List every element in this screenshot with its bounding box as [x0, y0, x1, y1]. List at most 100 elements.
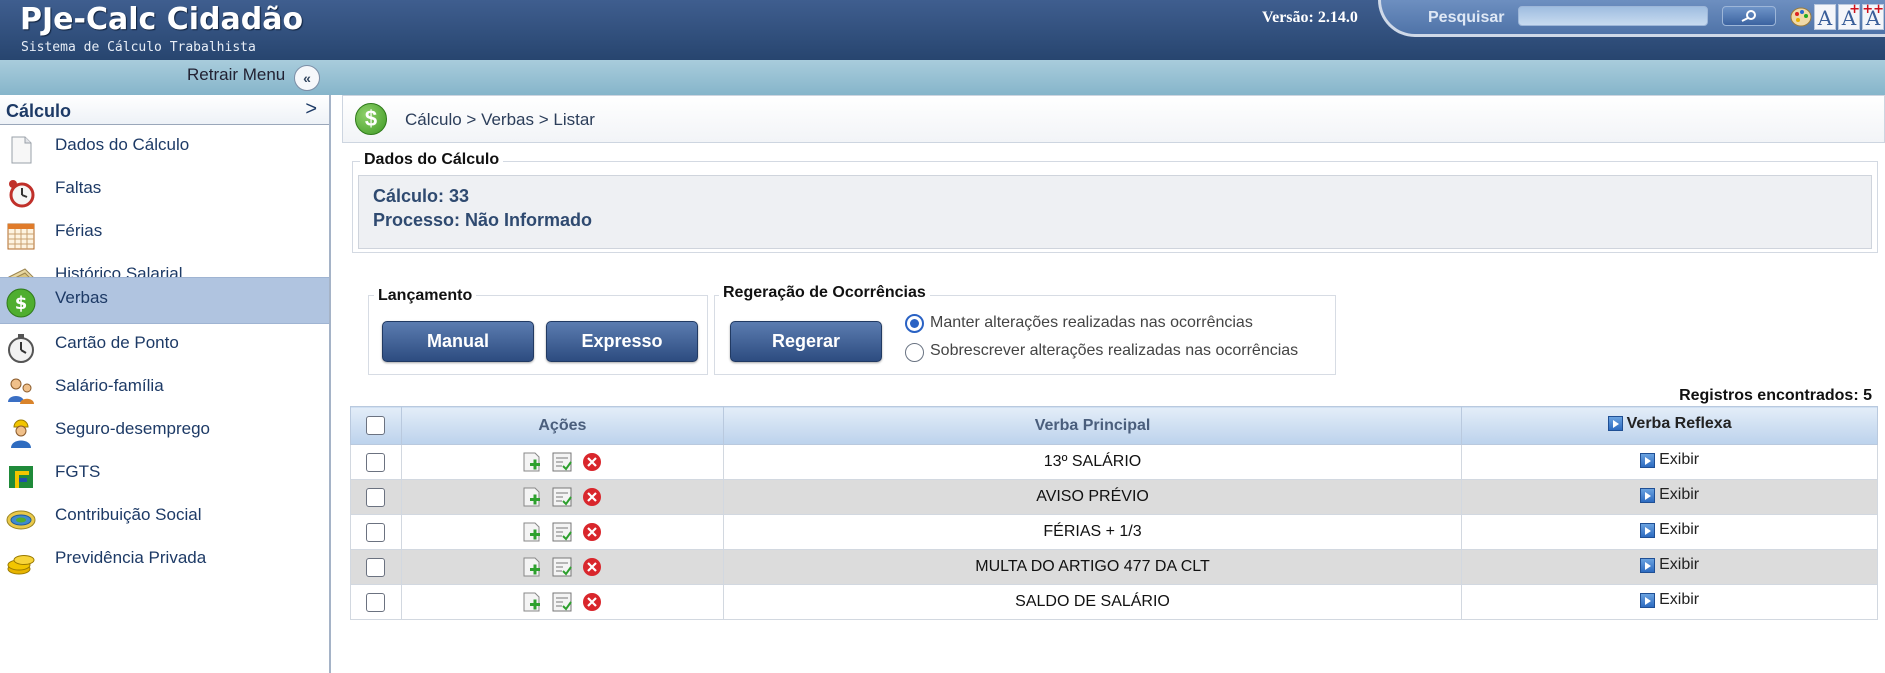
search-label: Pesquisar — [1428, 9, 1505, 26]
sidebar-item-label: Dados do Cálculo — [55, 135, 190, 154]
app-subtitle: Sistema de Cálculo Trabalhista — [21, 40, 256, 55]
sidebar-item-previdencia-privada[interactable]: Previdência Privada — [0, 538, 329, 585]
add-document-icon[interactable] — [521, 486, 543, 508]
alarm-clock-icon — [9, 180, 35, 208]
exibir-link[interactable]: Exibir — [1659, 486, 1699, 504]
select-all-header — [350, 406, 402, 445]
lancamento-legend: Lançamento — [374, 287, 477, 305]
fgts-flag-icon — [9, 466, 33, 488]
expand-icon — [1640, 452, 1656, 468]
stopwatch-icon — [8, 334, 34, 363]
sidebar-item-fgts[interactable]: FGTS — [0, 452, 329, 499]
row-checkbox[interactable] — [366, 522, 386, 542]
sobrescrever-alteracoes-radio[interactable] — [905, 343, 924, 362]
coins-icon — [7, 555, 35, 575]
row-select-cell — [350, 549, 402, 585]
registros-count: Registros encontrados: 5 — [1679, 387, 1872, 404]
manual-button[interactable]: Manual — [382, 321, 534, 362]
expand-icon — [1640, 522, 1656, 538]
font-normal-button[interactable]: A — [1814, 4, 1836, 30]
verba-reflexa-cell[interactable]: Exibir — [1461, 549, 1878, 585]
verba-principal-cell: 13º SALÁRIO — [722, 444, 1463, 480]
regerar-button[interactable]: Regerar — [730, 321, 882, 362]
table-row: 13º SALÁRIO Exibir — [350, 444, 1878, 480]
contribution-icon — [6, 510, 36, 530]
table-row: MULTA DO ARTIGO 477 DA CLT Exibir — [350, 549, 1878, 585]
sidebar-item-label: Cartão de Ponto — [55, 333, 179, 352]
chevron-right-icon: > — [305, 98, 317, 120]
exibir-link[interactable]: Exibir — [1659, 451, 1699, 469]
delete-icon[interactable] — [581, 486, 603, 508]
add-document-icon[interactable] — [521, 556, 543, 578]
exibir-link[interactable]: Exibir — [1659, 591, 1699, 609]
verba-reflexa-header[interactable]: Verba Reflexa — [1461, 406, 1878, 445]
font-normal-label: A — [1817, 6, 1833, 30]
expand-icon — [1640, 487, 1656, 503]
search-icon — [1741, 10, 1756, 22]
sobrescrever-alteracoes-label[interactable]: Sobrescrever alterações realizadas nas o… — [930, 342, 1298, 360]
font-increase-more-button[interactable]: A ++ — [1862, 2, 1884, 30]
exibir-link[interactable]: Exibir — [1659, 556, 1699, 574]
sidebar-item-dados-do-calculo[interactable]: Dados do Cálculo — [0, 125, 329, 172]
row-select-cell — [350, 444, 402, 480]
row-actions-cell — [400, 514, 724, 550]
search-button[interactable] — [1722, 6, 1776, 26]
calculo-number: Cálculo: 33 — [373, 186, 470, 206]
add-document-icon[interactable] — [521, 591, 543, 613]
edit-checklist-icon[interactable] — [551, 451, 573, 473]
dados-calculo-legend: Dados do Cálculo — [360, 151, 504, 169]
manter-alteracoes-radio[interactable] — [905, 314, 924, 333]
row-checkbox[interactable] — [366, 487, 386, 507]
expresso-button[interactable]: Expresso — [546, 321, 698, 362]
row-select-cell — [350, 479, 402, 515]
delete-icon[interactable] — [581, 451, 603, 473]
verba-reflexa-cell[interactable]: Exibir — [1461, 444, 1878, 480]
row-checkbox[interactable] — [366, 557, 386, 577]
regeracao-legend: Regeração de Ocorrências — [719, 284, 930, 302]
exibir-link[interactable]: Exibir — [1659, 521, 1699, 539]
row-select-cell — [350, 584, 402, 620]
verba-principal-cell: AVISO PRÉVIO — [722, 479, 1463, 515]
edit-checklist-icon[interactable] — [551, 486, 573, 508]
sidebar-item-seguro-desemprego[interactable]: Seguro-desemprego — [0, 409, 329, 456]
palette-icon[interactable] — [1790, 6, 1812, 28]
select-all-checkbox[interactable] — [366, 416, 386, 435]
add-document-icon[interactable] — [521, 521, 543, 543]
dados-calculo-box: Cálculo: 33 Processo: Não Informado — [358, 175, 1872, 249]
row-actions-cell — [400, 549, 724, 585]
manter-alteracoes-label[interactable]: Manter alterações realizadas nas ocorrên… — [930, 314, 1253, 332]
sidebar-item-label: Verbas — [55, 288, 108, 307]
font-increase-button[interactable]: A + — [1838, 2, 1860, 30]
edit-checklist-icon[interactable] — [551, 556, 573, 578]
plus-icon: + — [1849, 2, 1860, 17]
sidebar-header[interactable]: Cálculo > — [0, 95, 329, 125]
verba-reflexa-cell[interactable]: Exibir — [1461, 479, 1878, 515]
search-input[interactable] — [1518, 6, 1708, 26]
plus-plus-icon: ++ — [1862, 2, 1884, 17]
double-chevron-left-icon: « — [303, 70, 311, 86]
edit-checklist-icon[interactable] — [551, 591, 573, 613]
edit-checklist-icon[interactable] — [551, 521, 573, 543]
sidebar-item-contribuicao-social[interactable]: Contribuição Social — [0, 495, 329, 542]
verba-principal-header[interactable]: Verba Principal — [722, 406, 1463, 445]
table-header-row: Ações Verba Principal Verba Reflexa — [350, 406, 1878, 445]
delete-icon[interactable] — [581, 556, 603, 578]
verba-reflexa-cell[interactable]: Exibir — [1461, 514, 1878, 550]
table-row: FÉRIAS + 1/3 Exibir — [350, 514, 1878, 550]
sidebar-item-cartao-de-ponto[interactable]: Cartão de Ponto — [0, 323, 329, 370]
delete-icon[interactable] — [581, 591, 603, 613]
add-document-icon[interactable] — [521, 451, 543, 473]
collapse-menu-button[interactable]: « — [294, 65, 320, 91]
sidebar-item-salario-familia[interactable]: Salário-família — [0, 366, 329, 413]
sidebar-item-label: Previdência Privada — [55, 548, 207, 567]
row-checkbox[interactable] — [366, 592, 386, 612]
sidebar-item-faltas[interactable]: Faltas — [0, 168, 329, 215]
breadcrumb-bar: $ Cálculo > Verbas > Listar — [342, 95, 1885, 143]
delete-icon[interactable] — [581, 521, 603, 543]
retrair-menu-label[interactable]: Retrair Menu — [187, 65, 285, 85]
row-checkbox[interactable] — [366, 452, 386, 472]
sidebar-item-verbas[interactable]: $ Verbas — [0, 277, 329, 324]
verba-reflexa-cell[interactable]: Exibir — [1461, 584, 1878, 620]
sidebar-item-ferias[interactable]: Férias — [0, 211, 329, 258]
row-select-cell — [350, 514, 402, 550]
